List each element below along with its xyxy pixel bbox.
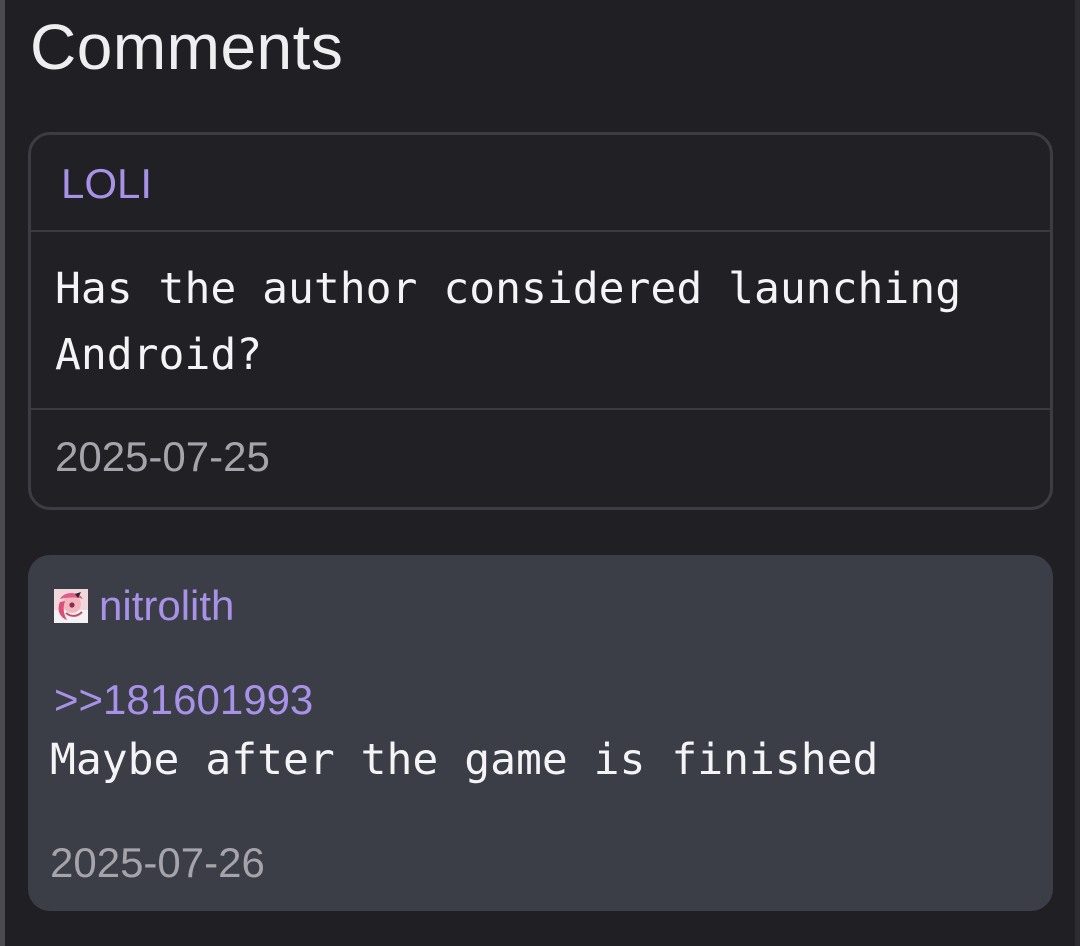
reply-author-link[interactable]: nitrolith xyxy=(99,581,234,631)
reply-author-row[interactable]: nitrolith xyxy=(54,581,234,631)
left-edge xyxy=(0,0,5,946)
user-avatar-icon[interactable] xyxy=(54,589,88,623)
reply-date: 2025-07-26 xyxy=(50,839,265,886)
page-title: Comments xyxy=(30,11,344,83)
reply-card: nitrolith >>181601993 Maybe after the ga… xyxy=(28,555,1053,911)
right-edge xyxy=(1075,0,1080,946)
comment-header: LOLI xyxy=(31,135,1050,232)
comment-card: LOLI Has the author considered launching… xyxy=(28,132,1053,510)
comment-footer: 2025-07-25 xyxy=(31,410,1050,505)
comment-text: Has the author considered launching Andr… xyxy=(55,264,962,380)
comment-body: Has the author considered launching Andr… xyxy=(31,232,1050,410)
reply-reference-link[interactable]: >>181601993 xyxy=(54,675,313,725)
comment-date: 2025-07-25 xyxy=(55,433,270,480)
comment-author-link[interactable]: LOLI xyxy=(61,159,152,209)
reply-text: Maybe after the game is finished xyxy=(50,735,879,785)
